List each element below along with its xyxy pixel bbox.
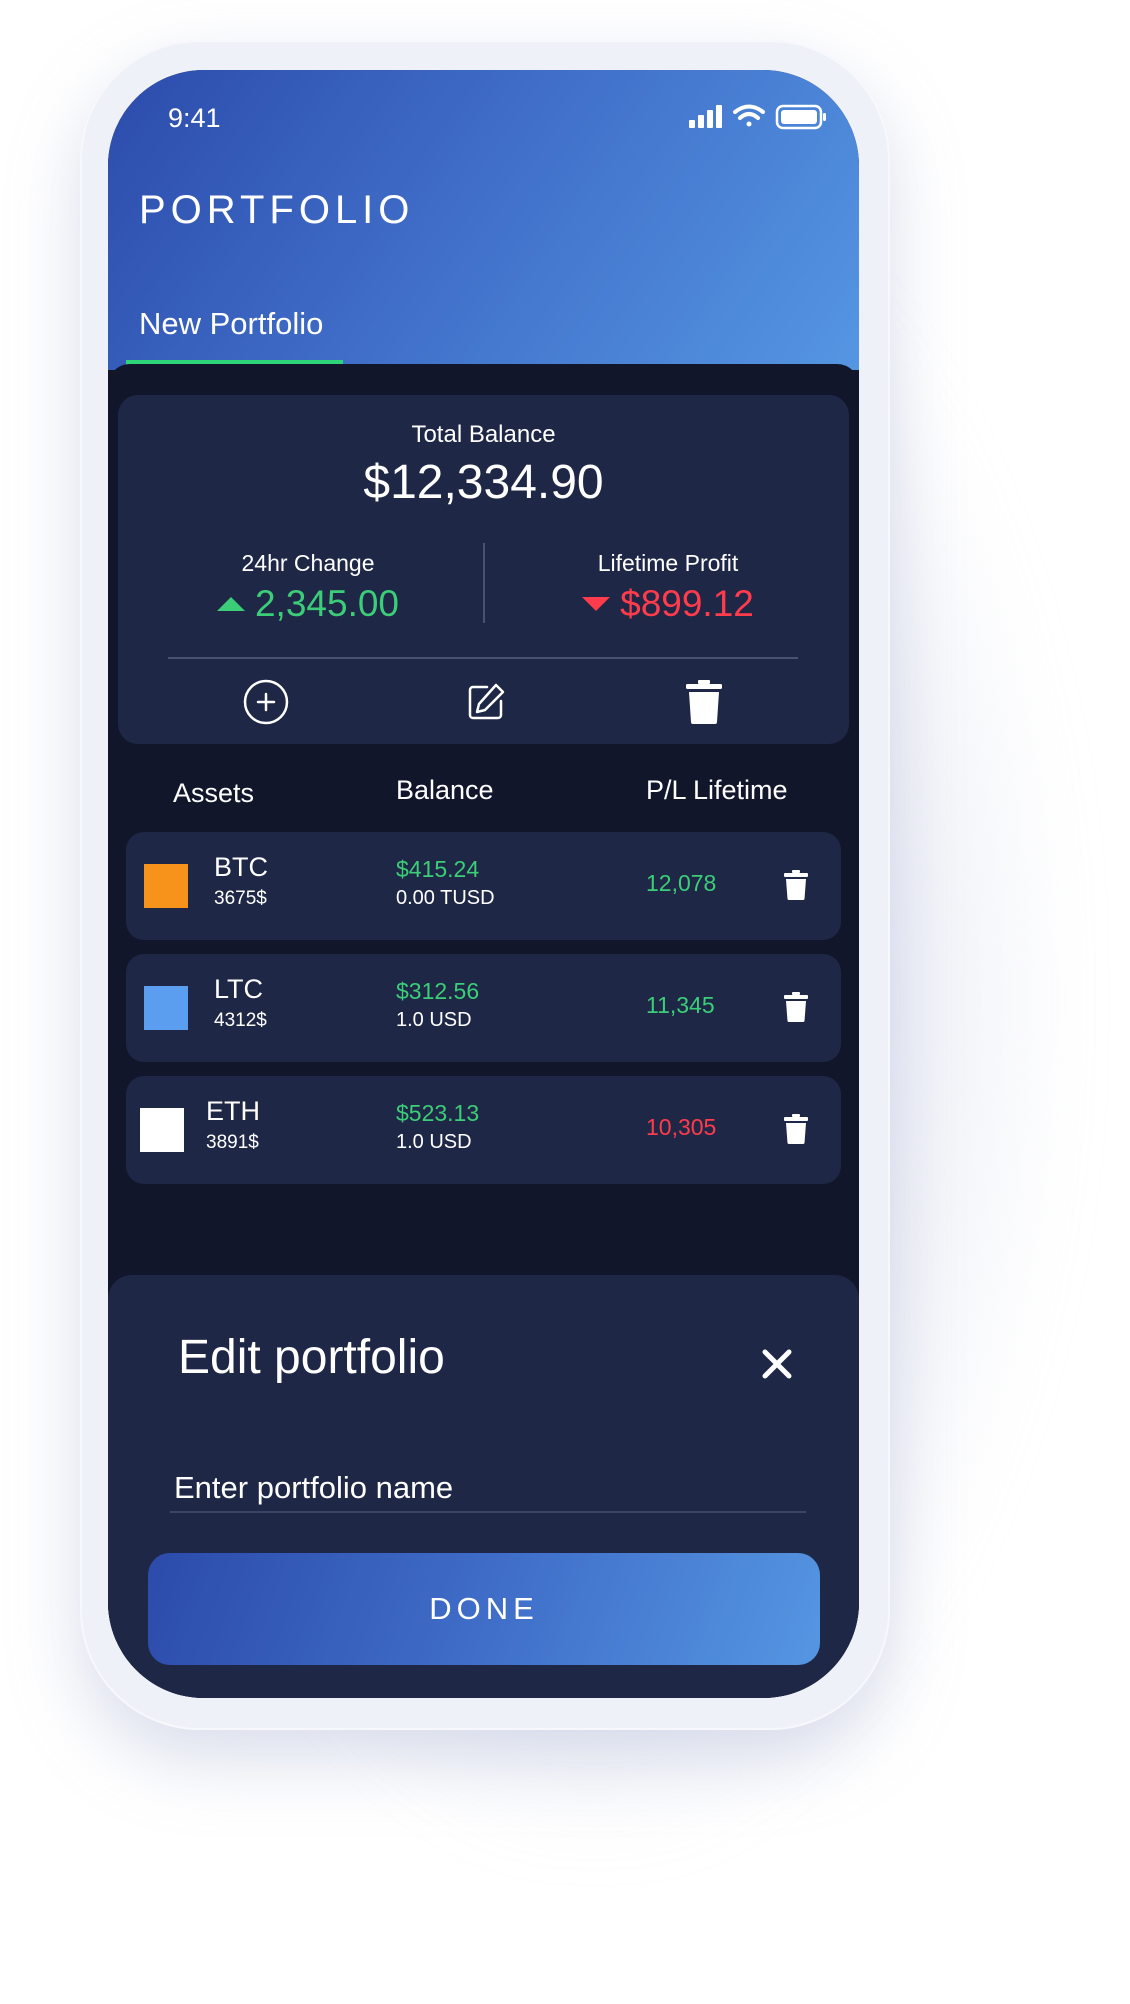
change-value: 2,345.00 [254,583,400,624]
asset-usd-value: $415.24 [396,856,480,882]
portfolio-name-input[interactable] [170,1465,806,1513]
asset-row-eth[interactable]: ETH 3891$ $523.13 1.0 USD 10,305 [126,1076,841,1184]
edit-button[interactable] [462,678,510,726]
change-stat: 24hr Change 2,345.00 [178,550,438,625]
card-divider [168,657,798,659]
assets-table-header: Assets Balance P/L Lifetime [108,775,859,818]
battery-icon [775,104,826,130]
stat-divider [483,543,485,623]
summary-card: Total Balance $12,334.90 24hr Change 2,3… [118,395,849,744]
edit-portfolio-sheet: Edit portfolio DONE [108,1275,859,1698]
asset-row-ltc[interactable]: LTC 4312$ $312.56 1.0 USD 11,345 [126,954,841,1062]
sheet-title: Edit portfolio [178,1331,445,1384]
asset-amount: 1.0 USD [396,1131,472,1153]
asset-amount: 1.0 USD [396,1009,472,1031]
asset-usd-value: $312.56 [396,978,480,1004]
asset-color-swatch [144,986,188,1030]
asset-row-btc[interactable]: BTC 3675$ $415.24 0.00 TUSD 12,078 [126,832,841,940]
profit-stat: Lifetime Profit $899.12 [538,550,798,625]
asset-symbol: LTC [214,974,264,1004]
profit-label: Lifetime Profit [597,550,739,576]
tab-new-portfolio[interactable]: New Portfolio [139,306,323,342]
asset-price: 3891$ [206,1132,259,1153]
asset-symbol: BTC [214,852,268,882]
asset-price: 4312$ [214,1010,267,1031]
trash-icon [686,680,722,724]
trash-icon[interactable] [784,992,808,1022]
col-balance: Balance [396,775,494,805]
change-value-row: 2,345.00 [178,583,438,625]
change-label: 24hr Change [241,550,375,576]
asset-amount: 0.00 TUSD [396,887,495,909]
arrow-up-icon [216,597,245,611]
asset-symbol: ETH [206,1096,260,1126]
wifi-icon [733,104,765,127]
total-balance-label: Total Balance [411,421,556,448]
add-button[interactable] [242,678,290,726]
signal-icon [689,105,722,128]
arrow-down-icon [582,597,611,611]
trash-icon[interactable] [784,1114,808,1144]
status-time: 9:41 [168,103,221,133]
asset-pl: 11,345 [646,992,715,1018]
edit-icon [468,683,505,720]
done-button[interactable]: DONE [148,1553,820,1665]
asset-pl: 10,305 [646,1114,717,1140]
status-icons [689,104,826,130]
trash-icon[interactable] [784,870,808,900]
close-icon[interactable] [760,1347,794,1381]
app-header: 9:41 PORTFOLIO New Portfolio [108,70,859,370]
col-pl-lifetime: P/L Lifetime [646,775,788,805]
asset-usd-value: $523.13 [396,1100,480,1126]
add-circle-icon [243,679,289,725]
asset-price: 3675$ [214,888,267,909]
profit-value-row: $899.12 [538,583,798,625]
asset-color-swatch [144,864,188,908]
asset-color-swatch [140,1108,184,1152]
page-title: PORTFOLIO [139,188,415,232]
delete-portfolio-button[interactable] [680,678,728,726]
total-balance-value: $12,334.90 [363,456,604,509]
profit-value: $899.12 [620,583,754,624]
col-assets: Assets [173,778,255,808]
phone-screen: 9:41 PORTFOLIO New Portfolio Total Balan… [108,70,859,1698]
asset-pl: 12,078 [646,870,717,896]
